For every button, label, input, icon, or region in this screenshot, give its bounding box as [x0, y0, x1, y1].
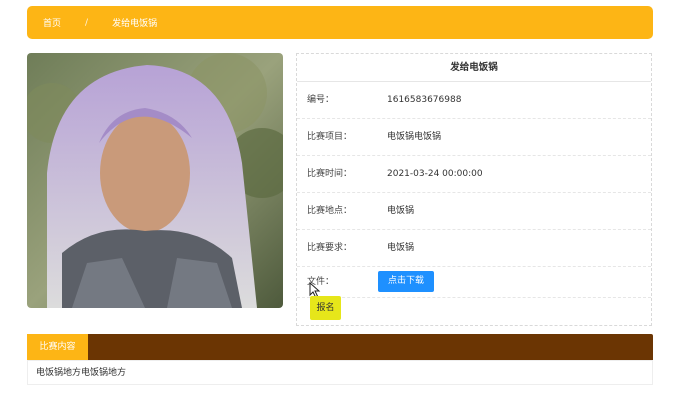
detail-panel: 发给电饭锅 编号： 1616583676988 比赛项目： 电饭锅电饭锅 比赛时… — [296, 53, 652, 326]
field-value: 2021-03-24 00:00:00 — [387, 169, 483, 179]
detail-title: 发给电饭锅 — [297, 54, 651, 82]
breadcrumb-current: 发给电饭锅 — [112, 19, 158, 29]
breadcrumb-separator: / — [85, 17, 89, 28]
competition-image — [27, 53, 283, 308]
field-label: 比赛要求： — [307, 243, 353, 253]
content-text: 电饭锅地方电饭锅地方 — [27, 360, 653, 385]
tab-competition-content[interactable]: 比赛内容 — [27, 334, 88, 360]
breadcrumb: 首页 / 发给电饭锅 — [27, 6, 653, 39]
field-label: 比赛时间： — [307, 169, 353, 179]
field-value: 电饭锅 — [387, 206, 415, 216]
download-button[interactable]: 点击下载 — [378, 271, 434, 292]
field-row-requirement: 比赛要求： 电饭锅 — [297, 230, 651, 267]
field-row-location: 比赛地点： 电饭锅 — [297, 193, 651, 230]
field-label: 编号： — [307, 95, 335, 105]
content-header: 比赛内容 — [27, 334, 653, 360]
field-row-time: 比赛时间： 2021-03-24 00:00:00 — [297, 156, 651, 193]
field-value: 电饭锅电饭锅 — [387, 132, 442, 142]
field-value: 1616583676988 — [387, 95, 462, 105]
file-row: 文件： 点击下载 — [297, 267, 651, 298]
field-label: 比赛地点： — [307, 206, 353, 216]
field-row-project: 比赛项目： 电饭锅电饭锅 — [297, 119, 651, 156]
signup-button[interactable]: 报名 — [310, 296, 341, 320]
field-row-id: 编号： 1616583676988 — [297, 82, 651, 119]
field-label: 比赛项目： — [307, 132, 353, 142]
field-value: 电饭锅 — [387, 243, 415, 253]
breadcrumb-home-link[interactable]: 首页 — [43, 16, 61, 29]
